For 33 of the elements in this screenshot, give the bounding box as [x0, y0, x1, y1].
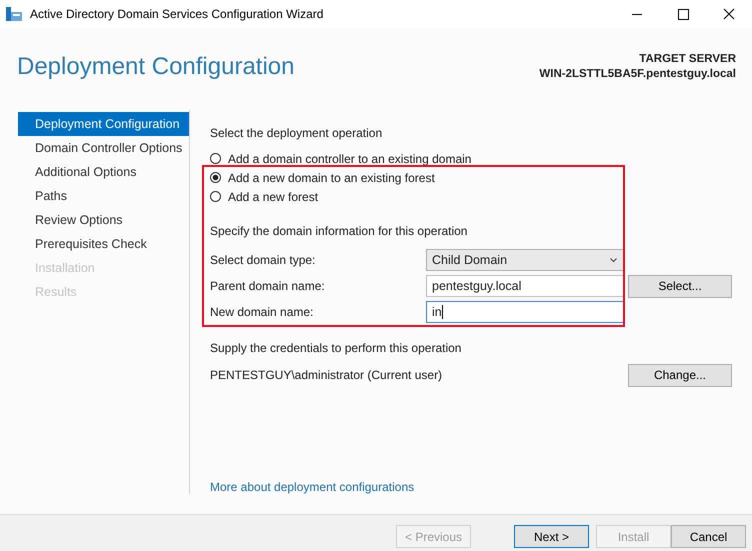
radio-button[interactable]: [210, 172, 221, 183]
target-server-label: TARGET SERVER: [638, 52, 736, 67]
current-user: PENTESTGUY\administrator (Current user): [210, 368, 444, 382]
field-label: New domain name:: [210, 305, 314, 319]
select-button[interactable]: Select...: [628, 274, 732, 298]
change-button[interactable]: Change...: [628, 364, 732, 386]
sidebar-item[interactable]: Deployment Configuration: [18, 112, 189, 136]
domain-type-dropdown[interactable]: Child Domain: [426, 249, 624, 271]
caret-icon: [610, 258, 617, 262]
page-title: Deployment Configuration: [17, 53, 294, 82]
input-field[interactable]: pentestguy.local: [426, 275, 624, 297]
section-heading: Select the deployment operation: [210, 125, 384, 142]
radio-label[interactable]: Add a new forest: [228, 190, 318, 204]
radio-button[interactable]: [210, 191, 221, 202]
section-heading: Supply the credentials to perform this operation: [210, 340, 462, 357]
sidebar-item[interactable]: Review Options: [18, 208, 189, 232]
footer-button[interactable]: Cancel: [671, 525, 746, 548]
field-label: Select domain type:: [210, 253, 316, 267]
window-title: Active Directory Domain Services Configuration Wizard: [30, 7, 324, 21]
target-server-name: WIN-2LSTTL5BA5F.pentestguy.local: [539, 67, 736, 82]
sidebar-item[interactable]: Domain Controller Options: [18, 136, 189, 160]
sidebar-item[interactable]: Paths: [18, 184, 189, 208]
app-icon: [6, 6, 22, 22]
section-heading: Specify the domain information for this operation: [210, 223, 468, 240]
sidebar-item[interactable]: Prerequisites Check: [18, 232, 189, 256]
radio-label[interactable]: Add a new domain to an existing forest: [228, 170, 435, 184]
radio-label[interactable]: Add a domain controller to an existing domain: [228, 152, 472, 166]
radio-button[interactable]: [210, 153, 221, 164]
help-link[interactable]: More about deployment configurations: [210, 480, 414, 494]
footer-button[interactable]: Next >: [514, 525, 589, 548]
field-label: Parent domain name:: [210, 279, 326, 293]
input-field[interactable]: in: [426, 301, 624, 323]
sidebar-item[interactable]: Additional Options: [18, 160, 189, 184]
